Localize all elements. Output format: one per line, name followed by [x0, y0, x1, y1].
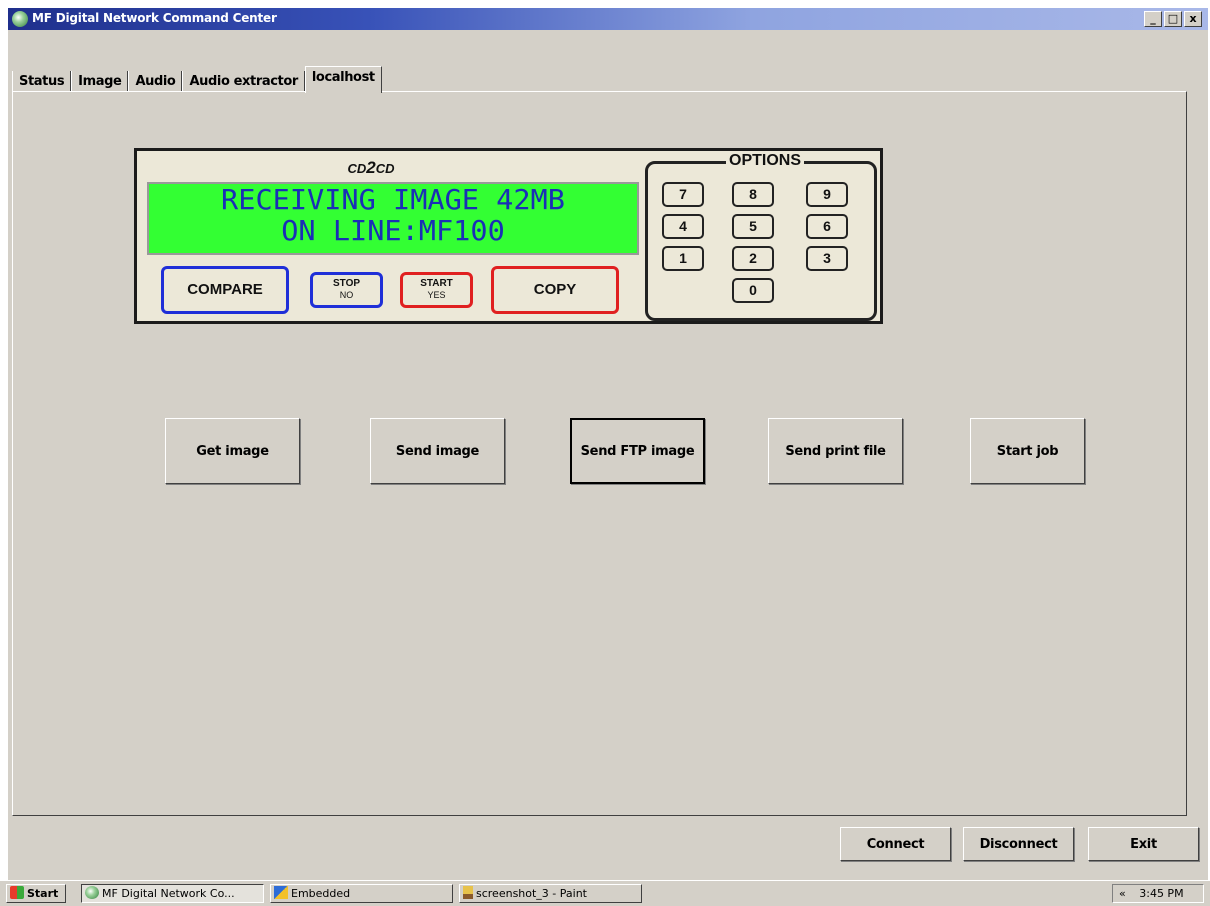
- tab-localhost[interactable]: localhost: [304, 66, 382, 93]
- taskbar-item-embedded[interactable]: Embedded: [270, 884, 453, 903]
- window-title: MF Digital Network Command Center: [32, 11, 277, 25]
- key-0[interactable]: 0: [732, 278, 774, 303]
- cd-duplicator-panel: CD2CD RECEIVING IMAGE 42MB ON LINE:MF100…: [134, 148, 883, 324]
- tab-audio[interactable]: Audio: [128, 71, 183, 92]
- lcd-line-2: ON LINE:MF100: [281, 214, 505, 247]
- clock: 3:45 PM: [1139, 887, 1184, 900]
- start-button-taskbar[interactable]: Start: [6, 884, 66, 903]
- taskbar-item-label: MF Digital Network Co...: [102, 887, 235, 900]
- send-ftp-image-button[interactable]: Send FTP image: [570, 418, 705, 484]
- app-icon: [85, 886, 99, 899]
- start-label: START: [420, 278, 453, 289]
- stop-sub-label: NO: [339, 290, 354, 300]
- taskbar: Start MF Digital Network Co... Embedded …: [0, 880, 1210, 906]
- window-controls: _ □ x: [1144, 11, 1202, 27]
- start-job-button[interactable]: Start job: [970, 418, 1085, 484]
- taskbar-item-app[interactable]: MF Digital Network Co...: [81, 884, 264, 903]
- tab-strip: Status Image Audio Audio extractor local…: [12, 65, 382, 93]
- connect-button[interactable]: Connect: [840, 827, 951, 861]
- app-icon: [12, 11, 28, 27]
- options-keypad: OPTIONS 7 8 9 4 5 6 1 2 3 0: [645, 152, 877, 321]
- logo-left: CD: [347, 161, 367, 176]
- minimize-button[interactable]: _: [1144, 11, 1162, 27]
- key-2[interactable]: 2: [732, 246, 774, 271]
- key-5[interactable]: 5: [732, 214, 774, 239]
- title-bar[interactable]: MF Digital Network Command Center _ □ x: [8, 8, 1208, 30]
- key-8[interactable]: 8: [732, 182, 774, 207]
- start-label: Start: [27, 887, 59, 900]
- key-6[interactable]: 6: [806, 214, 848, 239]
- key-7[interactable]: 7: [662, 182, 704, 207]
- stop-label: STOP: [332, 278, 361, 289]
- logo-mid: 2: [366, 158, 376, 177]
- paint-icon: [463, 886, 473, 899]
- disconnect-button[interactable]: Disconnect: [963, 827, 1074, 861]
- send-print-file-button[interactable]: Send print file: [768, 418, 903, 484]
- tab-status[interactable]: Status: [12, 71, 72, 92]
- key-3[interactable]: 3: [806, 246, 848, 271]
- key-1[interactable]: 1: [662, 246, 704, 271]
- embedded-icon: [274, 886, 288, 899]
- tab-image[interactable]: Image: [71, 71, 129, 92]
- send-image-button[interactable]: Send image: [370, 418, 505, 484]
- get-image-button[interactable]: Get image: [165, 418, 300, 484]
- stop-button[interactable]: STOP NO: [310, 272, 383, 308]
- windows-logo-icon: [10, 886, 24, 899]
- maximize-button[interactable]: □: [1164, 11, 1182, 27]
- taskbar-item-label: Embedded: [291, 887, 351, 900]
- options-label: OPTIONS: [726, 152, 805, 170]
- taskbar-item-label: screenshot_3 - Paint: [476, 887, 587, 900]
- system-tray: « 3:45 PM: [1112, 884, 1204, 903]
- copy-label: COPY: [533, 281, 577, 298]
- cd2cd-logo: CD2CD: [341, 158, 401, 177]
- key-9[interactable]: 9: [806, 182, 848, 207]
- taskbar-item-paint[interactable]: screenshot_3 - Paint: [459, 884, 642, 903]
- compare-label: COMPARE: [187, 281, 263, 298]
- logo-right: CD: [375, 161, 395, 176]
- start-button[interactable]: START YES: [400, 272, 473, 308]
- copy-button[interactable]: COPY: [491, 266, 619, 314]
- lcd-line-1: RECEIVING IMAGE 42MB: [221, 183, 565, 216]
- close-button[interactable]: x: [1184, 11, 1202, 27]
- key-4[interactable]: 4: [662, 214, 704, 239]
- tray-expand-icon[interactable]: «: [1119, 887, 1126, 900]
- compare-button[interactable]: COMPARE: [161, 266, 289, 314]
- tab-audio-extractor[interactable]: Audio extractor: [182, 71, 305, 92]
- lcd-display: RECEIVING IMAGE 42MB ON LINE:MF100: [147, 182, 639, 255]
- start-sub-label: YES: [427, 290, 446, 300]
- exit-button[interactable]: Exit: [1088, 827, 1199, 861]
